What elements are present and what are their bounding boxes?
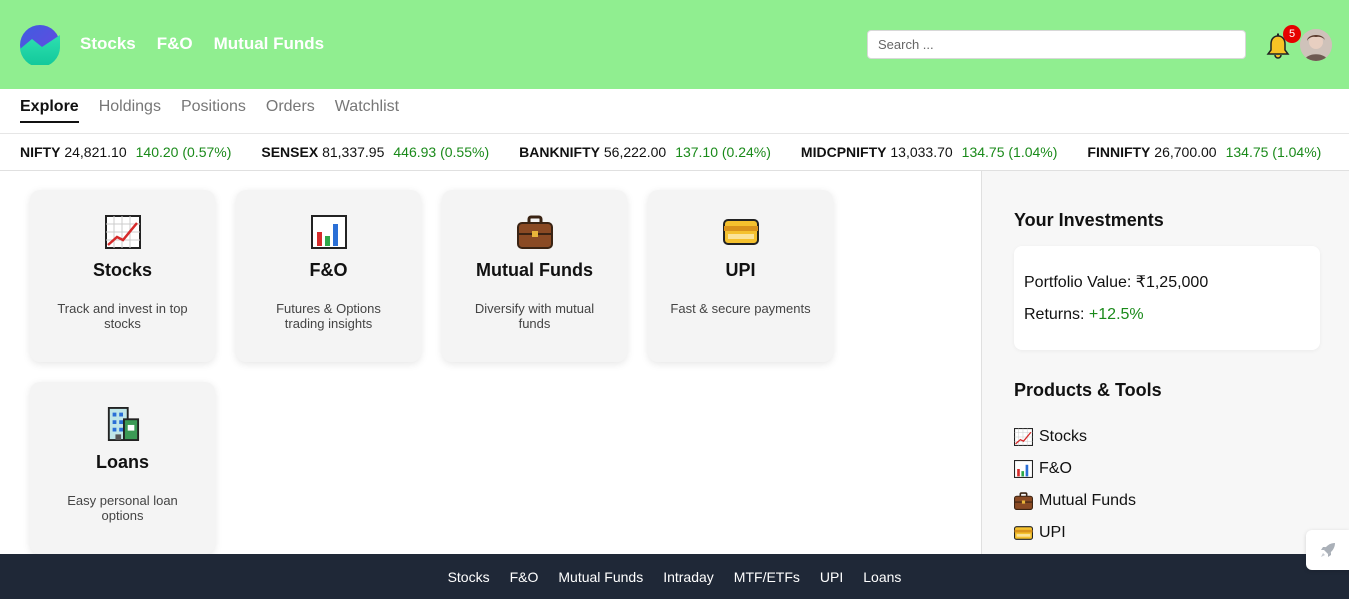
tool-label: F&O — [1039, 460, 1072, 477]
card-mutual-funds[interactable]: Mutual Funds Diversify with mutual funds — [442, 190, 627, 362]
main-nav: Stocks F&O Mutual Funds — [80, 34, 324, 54]
footer-link-stocks[interactable]: Stocks — [448, 569, 490, 585]
card-description: Diversify with mutual funds — [474, 301, 595, 331]
returns-value: +12.5% — [1088, 306, 1144, 323]
footer-link-loans[interactable]: Loans — [863, 569, 901, 585]
tools-list: Stocks F&O Mutual Funds UPI — [1014, 421, 1136, 549]
ticker-change: 134.75 (1.04%) — [1225, 144, 1322, 160]
brand-logo[interactable] — [20, 25, 60, 65]
investments-title: Your Investments — [1014, 210, 1164, 230]
rocket-icon — [1320, 543, 1335, 557]
tools-title: Products & Tools — [1014, 380, 1162, 400]
briefcase-icon — [517, 215, 553, 249]
search-input[interactable] — [867, 30, 1246, 59]
tool-item-upi[interactable]: UPI — [1014, 517, 1136, 549]
top-header: Stocks F&O Mutual Funds 5 — [0, 0, 1349, 89]
portfolio-value-line: Portfolio Value: ₹1,25,000 — [1024, 272, 1208, 292]
avatar[interactable] — [1300, 29, 1332, 61]
index-ticker: NIFTY 24,821.10 140.20 (0.57%) SENSEX 81,… — [0, 133, 1349, 171]
portfolio-value: ₹1,25,000 — [1135, 274, 1209, 291]
nav-mutual-funds[interactable]: Mutual Funds — [214, 34, 324, 54]
chart-up-icon — [105, 215, 141, 249]
tab-bar: Explore Holdings Positions Orders Watchl… — [20, 98, 399, 123]
credit-card-icon — [1014, 524, 1033, 542]
ticker-price: 56,222.00 — [603, 144, 667, 160]
ticker-item[interactable]: SENSEX 81,337.95 446.93 (0.55%) — [261, 144, 489, 160]
briefcase-icon — [1014, 492, 1033, 510]
ticker-symbol: BANKNIFTY — [519, 144, 600, 160]
tool-label: UPI — [1039, 524, 1066, 541]
card-title: Loans — [95, 452, 149, 472]
ticker-symbol: FINNIFTY — [1087, 144, 1151, 160]
returns-label: Returns: — [1024, 306, 1089, 323]
portfolio-label: Portfolio Value: — [1024, 274, 1136, 291]
card-description: Fast & secure payments — [670, 301, 811, 316]
tab-watchlist[interactable]: Watchlist — [335, 98, 399, 123]
card-description: Easy personal loan options — [67, 493, 178, 523]
tab-positions[interactable]: Positions — [181, 98, 246, 123]
footer-link-intraday[interactable]: Intraday — [663, 569, 714, 585]
ticker-item[interactable]: MIDCPNIFTY 13,033.70 134.75 (1.04%) — [801, 144, 1057, 160]
tab-explore[interactable]: Explore — [20, 98, 79, 123]
scroll-top-button[interactable] — [1306, 530, 1349, 570]
ticker-change: 446.93 (0.55%) — [393, 144, 490, 160]
ticker-item[interactable]: NIFTY 24,821.10 140.20 (0.57%) — [20, 144, 231, 160]
ticker-price: 26,700.00 — [1154, 144, 1217, 160]
tool-label: Stocks — [1039, 428, 1088, 445]
card-title: Mutual Funds — [476, 260, 593, 280]
card-description: Track and invest in top stocks — [57, 301, 188, 331]
tool-label: Mutual Funds — [1039, 492, 1136, 509]
card-fo[interactable]: F&O Futures & Options trading insights — [236, 190, 421, 362]
tab-holdings[interactable]: Holdings — [99, 98, 161, 123]
card-description: Futures & Options trading insights — [276, 301, 381, 331]
bar-chart-icon — [1014, 460, 1033, 478]
investments-card: Portfolio Value: ₹1,25,000 Returns: +12.… — [1014, 246, 1320, 350]
card-loans[interactable]: Loans Easy personal loan options — [30, 382, 215, 554]
tab-orders[interactable]: Orders — [266, 98, 315, 123]
ticker-symbol: MIDCPNIFTY — [800, 144, 887, 160]
footer-link-mutual-funds[interactable]: Mutual Funds — [558, 569, 643, 585]
tool-item-mutual-funds[interactable]: Mutual Funds — [1014, 485, 1136, 517]
ticker-change: 140.20 (0.57%) — [135, 144, 232, 160]
bar-chart-icon — [311, 215, 347, 249]
card-title: UPI — [725, 260, 756, 280]
ticker-symbol: NIFTY — [20, 144, 61, 160]
ticker-price: 24,821.10 — [64, 144, 127, 160]
ticker-item[interactable]: FINNIFTY 26,700.00 134.75 (1.04%) — [1087, 144, 1321, 160]
notification-badge: 5 — [1283, 25, 1301, 43]
ticker-item[interactable]: BANKNIFTY 56,222.00 137.10 (0.24%) — [519, 144, 771, 160]
right-sidebar: Your Investments Portfolio Value: ₹1,25,… — [981, 171, 1349, 554]
ticker-change: 137.10 (0.24%) — [675, 144, 771, 160]
footer-link-mtf-etfs[interactable]: MTF/ETFs — [734, 569, 800, 585]
card-upi[interactable]: UPI Fast & secure payments — [648, 190, 833, 362]
tool-item-stocks[interactable]: Stocks — [1014, 421, 1136, 453]
card-title: F&O — [309, 260, 348, 280]
nav-stocks[interactable]: Stocks — [80, 34, 136, 54]
office-building-icon — [105, 407, 141, 441]
credit-card-icon — [723, 215, 759, 249]
chart-up-icon — [1014, 428, 1033, 446]
ticker-price: 81,337.95 — [322, 144, 385, 160]
tool-item-fo[interactable]: F&O — [1014, 453, 1136, 485]
footer-nav: Stocks F&O Mutual Funds Intraday MTF/ETF… — [0, 554, 1349, 599]
footer-link-upi[interactable]: UPI — [820, 569, 843, 585]
card-stocks[interactable]: Stocks Track and invest in top stocks — [30, 190, 215, 362]
ticker-change: 134.75 (1.04%) — [961, 144, 1058, 160]
footer-link-fo[interactable]: F&O — [510, 569, 539, 585]
nav-fo[interactable]: F&O — [157, 34, 193, 54]
ticker-symbol: SENSEX — [261, 144, 319, 160]
returns-line: Returns: +12.5% — [1024, 306, 1144, 324]
ticker-price: 13,033.70 — [890, 144, 953, 160]
card-title: Stocks — [92, 260, 153, 280]
